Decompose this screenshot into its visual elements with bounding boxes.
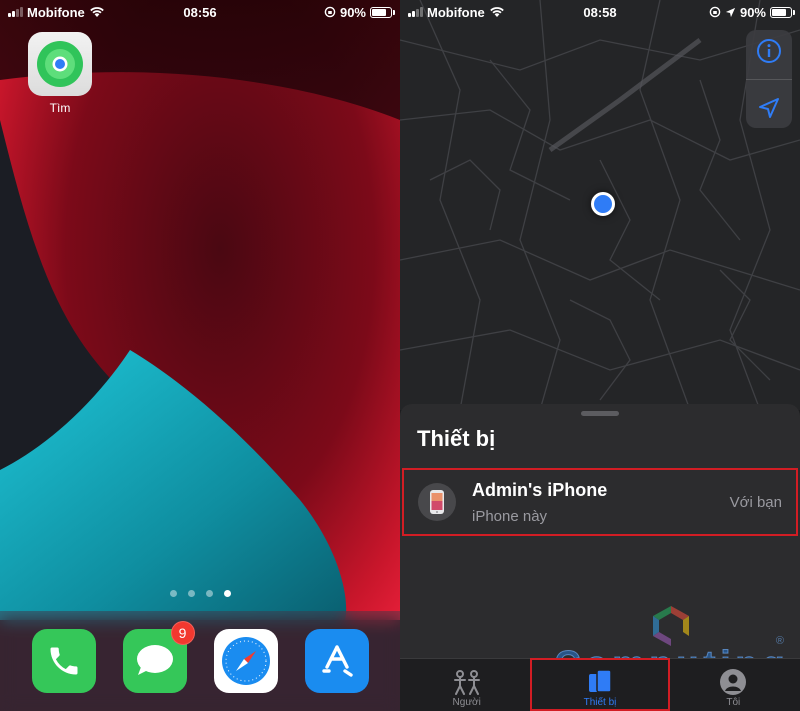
carrier-label: Mobifone — [27, 4, 85, 20]
messages-icon — [136, 645, 173, 675]
page-dot — [187, 590, 195, 597]
cellular-signal-icon — [8, 7, 23, 17]
phone-app[interactable] — [31, 629, 96, 693]
find-my-app[interactable]: Tìm — [28, 32, 92, 115]
info-icon[interactable] — [756, 38, 782, 64]
cellular-signal-icon — [408, 7, 423, 17]
tab-label: Thiết bị — [583, 697, 617, 708]
device-avatar — [418, 483, 456, 521]
battery-icon — [770, 6, 795, 18]
tab-bar: Người Thiết bị Tôi — [400, 658, 800, 711]
safari-icon — [221, 637, 270, 685]
battery-icon — [370, 6, 395, 18]
wifi-icon — [89, 7, 104, 17]
status-bar: Mobifone 08:56 90% — [0, 0, 400, 24]
me-icon — [720, 669, 747, 695]
safari-app[interactable] — [213, 629, 278, 693]
wifi-icon — [489, 7, 504, 17]
orientation-lock-icon — [709, 6, 721, 18]
location-arrow-icon[interactable] — [757, 96, 781, 120]
tab-devices[interactable]: Thiết bị — [533, 659, 666, 711]
page-dot-active — [223, 590, 231, 597]
battery-percent: 90% — [339, 4, 366, 20]
tab-people[interactable]: Người — [400, 659, 533, 711]
tab-me[interactable]: Tôi — [667, 659, 800, 711]
devices-icon — [588, 669, 612, 693]
find-my-icon — [28, 32, 92, 96]
divider — [746, 79, 792, 81]
home-screen: Mobifone 08:56 90% Tìm 9 — [0, 0, 400, 711]
device-status: Với bạn — [729, 493, 782, 511]
map-view[interactable] — [400, 0, 800, 410]
phone-icon — [50, 647, 77, 675]
sheet-title: Thiết bị — [417, 426, 496, 451]
dock: 9 — [0, 611, 400, 711]
tab-label: Người — [452, 697, 481, 708]
device-name: Admin's iPhone — [472, 479, 608, 500]
iphone-icon — [430, 490, 444, 514]
find-my-screen: Mobifone 08:58 90% Thiết bị Admin's iPho… — [400, 0, 800, 711]
map-controls — [746, 30, 792, 128]
status-bar: Mobifone 08:58 90% — [400, 0, 800, 24]
app-store-app[interactable] — [304, 629, 369, 693]
page-dot — [205, 590, 213, 597]
device-subtitle: iPhone này — [472, 507, 548, 525]
app-label: Tìm — [49, 101, 71, 115]
page-indicator[interactable] — [0, 590, 400, 597]
battery-percent: 90% — [739, 4, 766, 20]
device-row[interactable]: Admin's iPhone iPhone này Với bạn — [402, 468, 798, 536]
sheet-grabber[interactable] — [581, 411, 619, 416]
tab-label: Tôi — [726, 697, 741, 708]
notification-badge: 9 — [170, 621, 195, 645]
app-store-icon — [321, 645, 353, 677]
orientation-lock-icon — [324, 6, 336, 18]
messages-app[interactable]: 9 — [122, 621, 195, 693]
location-services-icon — [725, 7, 736, 17]
carrier-label: Mobifone — [427, 4, 485, 20]
people-icon — [453, 670, 480, 695]
current-location-dot — [591, 192, 615, 216]
page-dot — [169, 590, 177, 597]
